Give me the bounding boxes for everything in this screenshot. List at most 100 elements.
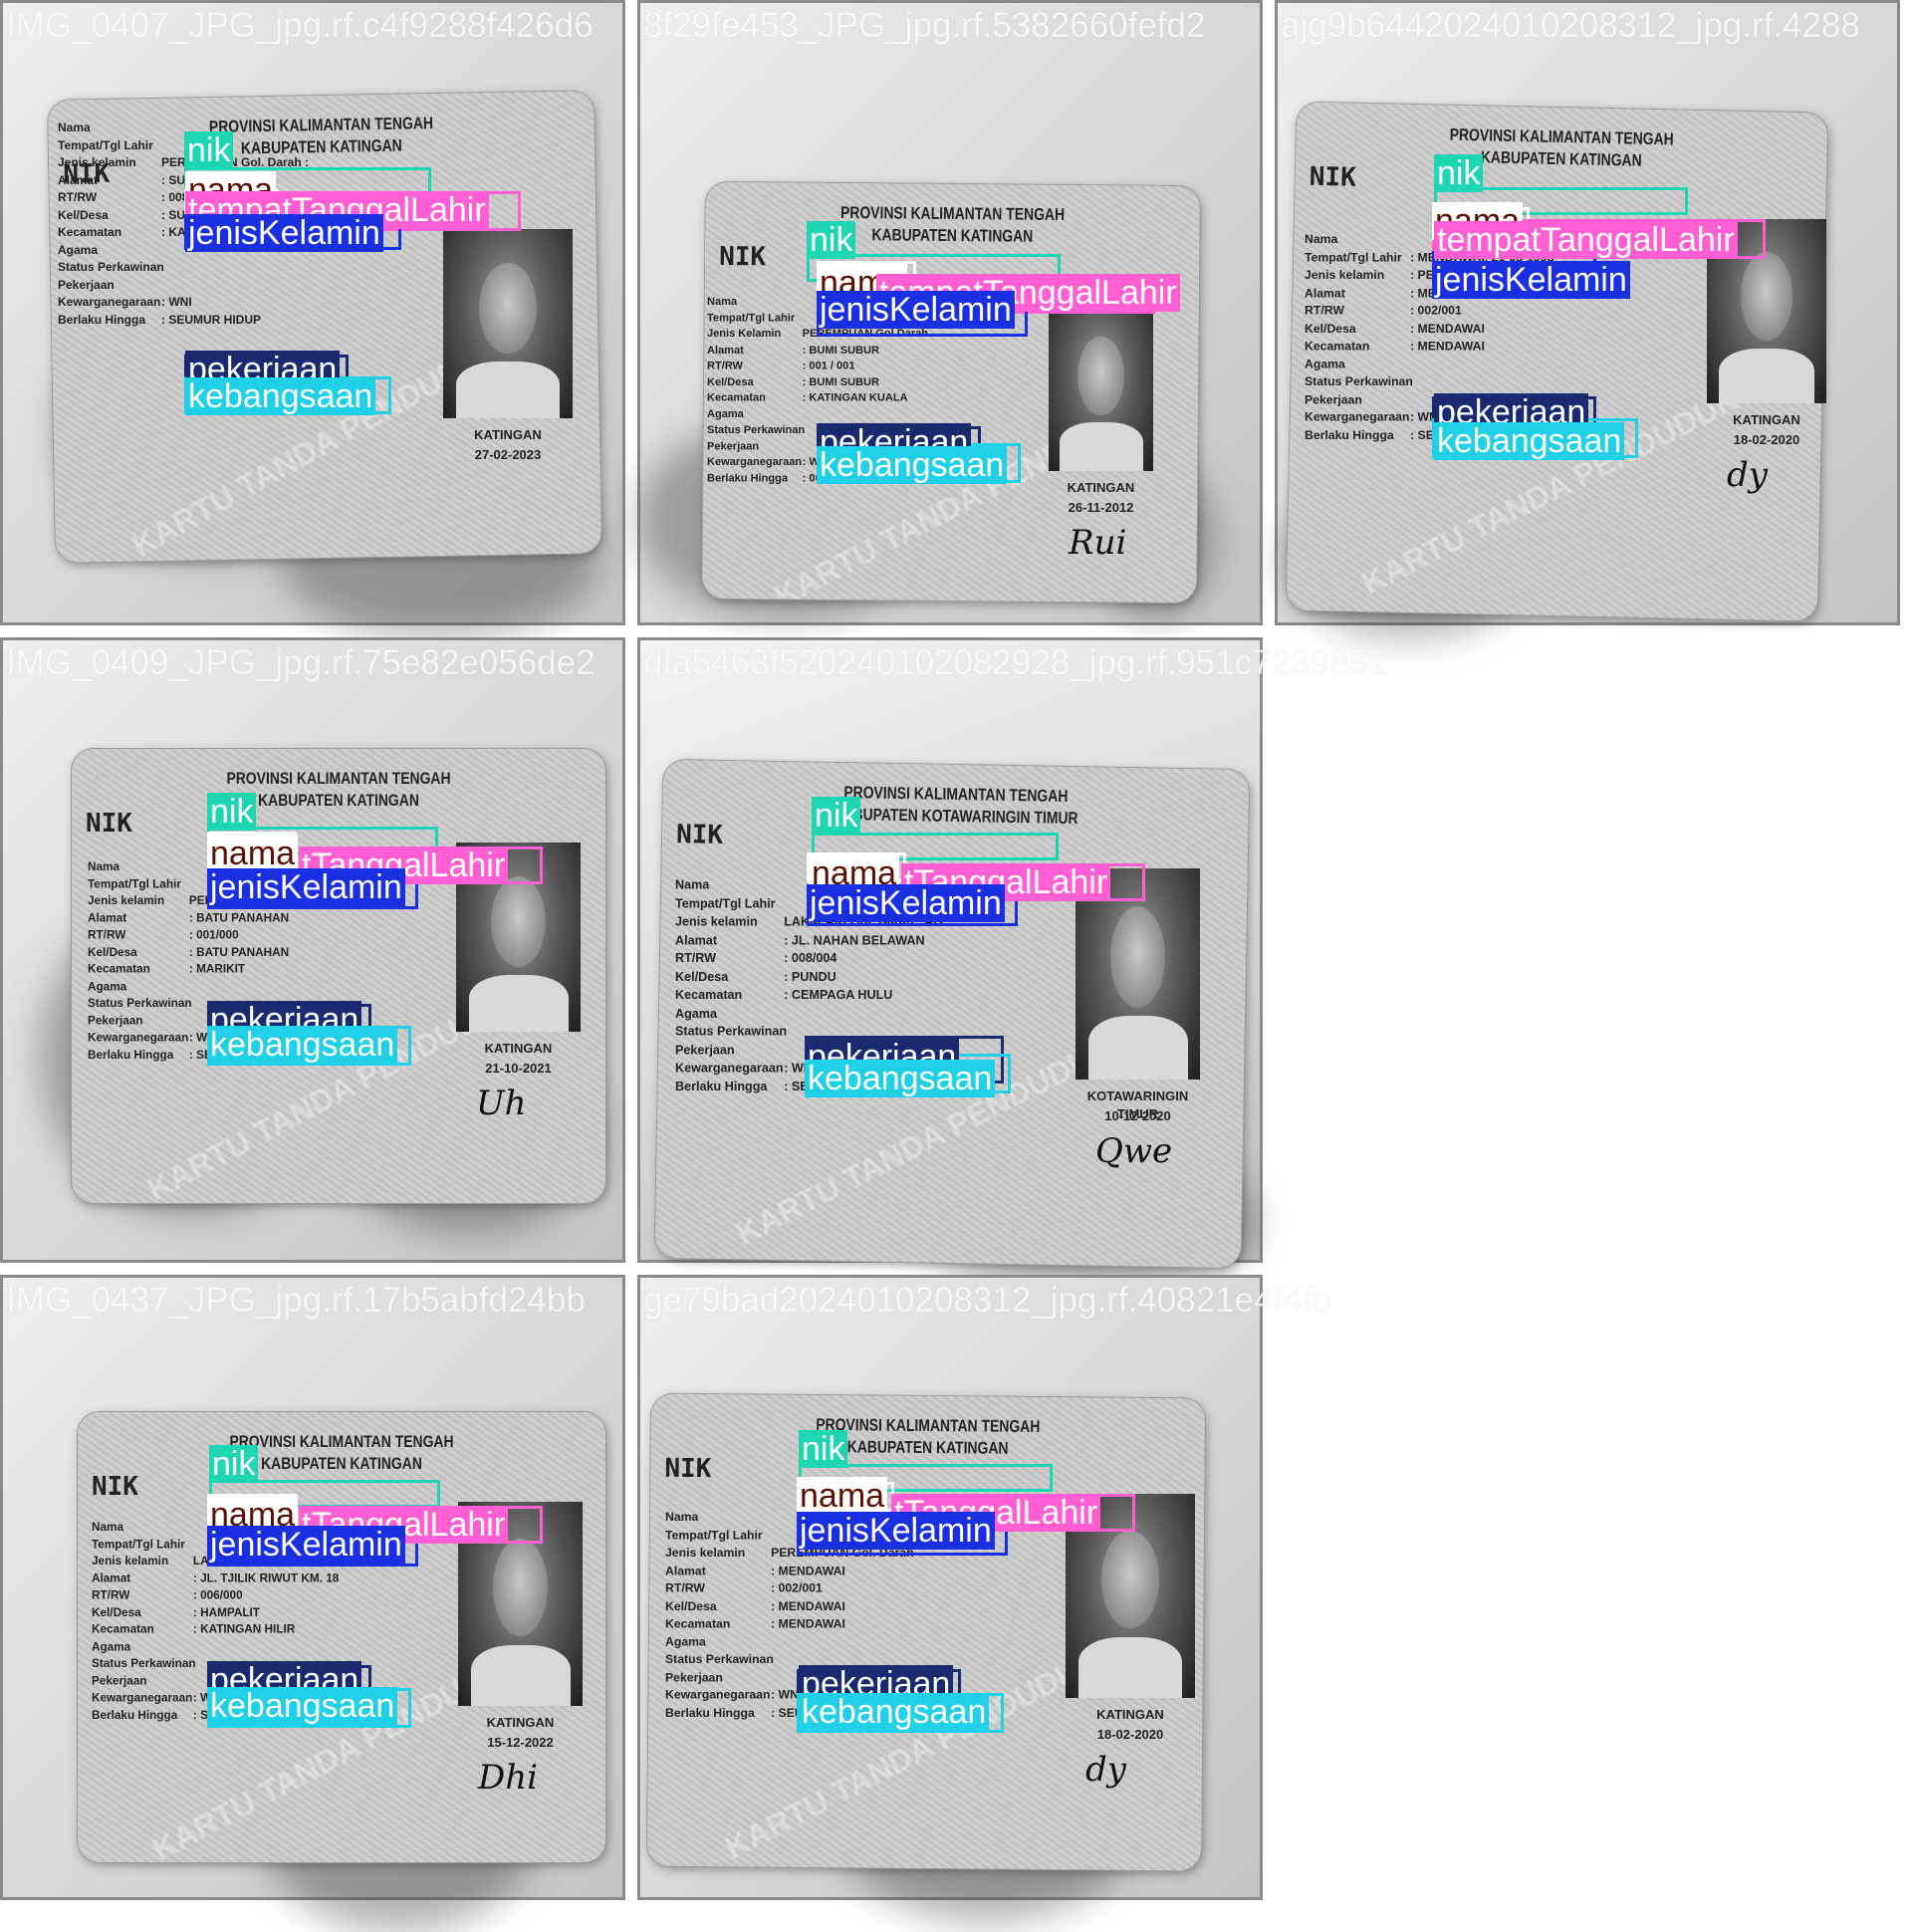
field-row: Kewarganegaraan: WNI (58, 294, 309, 312)
field-value: : MENDAWAI (771, 1598, 845, 1613)
field-label: Berlaku Hingga (707, 471, 788, 484)
nik-label: NIK (664, 1453, 712, 1485)
signature: dy (1727, 455, 1768, 495)
tile-filename: IMG_0407_JPG_jpg.rf.c4f9288f426d6 (6, 6, 594, 45)
field-label: Alamat (707, 343, 744, 357)
bbox-label-jk: jenisKelamin (807, 884, 1005, 922)
field-label: Nama (675, 877, 710, 892)
issue-place: KATINGAN (486, 1715, 555, 1730)
field-label: Status Perkawinan (88, 996, 192, 1010)
field-value: : 001/000 (188, 927, 239, 942)
field-label: Kewarganegaraan (88, 1030, 189, 1045)
portrait-body (1719, 348, 1814, 403)
field-label: Tempat/Tgl Lahir (1305, 249, 1402, 265)
field-label: Kewarganegaraan (92, 1690, 193, 1705)
field-value: : BATU PANAHAN (188, 910, 290, 925)
field-row: Berlaku Hingga: SEUMUR HIDUP (58, 312, 309, 330)
field-value: : JL. TJILIK RIWUT KM. 18 (192, 1570, 340, 1585)
portrait-body (470, 1644, 571, 1706)
field-label: Tempat/Tgl Lahir (665, 1527, 763, 1543)
field-label: Kecamatan (1305, 339, 1370, 354)
field-label: Tempat/Tgl Lahir (707, 311, 796, 324)
field-row: RT/RW : 001/000 (88, 927, 327, 944)
field-row: Agama (92, 1638, 339, 1655)
field-row: Agama (675, 1005, 942, 1023)
field-row: Alamat: BATU PANAHAN (88, 909, 327, 926)
bbox-label-kb: kebangsaan (185, 377, 376, 415)
bbox-label-kb: kebangsaan (207, 1687, 398, 1725)
tile-filename: IMG_0437_JPG_jpg.rf.17b5abfd24bb (6, 1281, 586, 1320)
field-label: Pekerjaan (58, 277, 115, 292)
field-label: RT/RW (675, 950, 717, 966)
bbox-label-jk: jenisKelamin (797, 1512, 995, 1550)
issue-place: KATINGAN (1096, 1707, 1164, 1722)
field-row: Agama (707, 406, 928, 422)
nik-label: NIK (719, 241, 767, 273)
bbox-label-nik: nik (207, 793, 257, 831)
bbox-label-kb: kebangsaan (1434, 422, 1625, 460)
tile-filename: ajg9b6442024010208312_jpg.rf.4288 (1281, 6, 1860, 45)
bbox-label-kb: kebangsaan (799, 1693, 990, 1731)
field-row: Alamat: BUMI SUBUR (707, 342, 928, 358)
portrait-body (1087, 1016, 1188, 1080)
bbox-label-jk: jenisKelamin (185, 214, 383, 252)
bbox-label-kb: kebangsaan (817, 446, 1008, 484)
field-label: Pekerjaan (707, 438, 760, 452)
portrait-face (1077, 336, 1124, 415)
portrait-body (456, 362, 560, 418)
field-label: Jenis Kelamin (707, 327, 782, 340)
portrait-face (479, 263, 537, 355)
issue-place: KATINGAN (1067, 480, 1135, 495)
field-row: Alamat: MENDAWAI (665, 1563, 914, 1580)
field-row: Kecamatan: KATINGAN KUALA (707, 390, 928, 406)
field-label: Kecamatan (88, 961, 150, 976)
field-label: RT/RW (58, 190, 98, 204)
bbox-label-nama: nama (797, 1477, 888, 1515)
tile-filename: IMG_0409_JPG_jpg.rf.75e82e056de2 (6, 643, 596, 682)
field-label: Berlaku Hingga (1305, 427, 1394, 442)
field-value: : KATINGAN KUALA (802, 390, 908, 404)
field-label: Jenis kelamin (675, 913, 758, 929)
card-regency: KABUPATEN KATINGAN (846, 1437, 1009, 1458)
field-label: RT/RW (88, 927, 126, 942)
field-value: : 002/001 (1410, 303, 1462, 318)
nik-label: NIK (92, 1472, 138, 1502)
field-row: Kecamatan : MARIKIT (88, 961, 327, 978)
field-value: : 006/000 (192, 1587, 243, 1602)
field-label: Tempat/Tgl Lahir (58, 137, 153, 152)
bbox-label-nik: nik (209, 1445, 259, 1483)
field-label: Kel/Desa (1305, 321, 1356, 336)
field-label: Status Perkawinan (675, 1024, 788, 1039)
issue-place: KATINGAN (484, 1041, 553, 1056)
field-value: : 001 / 001 (802, 359, 855, 372)
field-label: Tempat/Tgl Lahir (92, 1537, 185, 1551)
field-label: Pekerjaan (88, 1013, 143, 1028)
field-row: Kel/Desa: MENDAWAI (1305, 320, 1560, 338)
field-label: Kel/Desa (88, 944, 137, 959)
field-label: Nama (88, 858, 120, 873)
field-row: Agama (1305, 356, 1560, 373)
signature: Dhi (478, 1758, 539, 1798)
field-value: : 002/001 (771, 1580, 823, 1595)
field-label: Kecamatan (665, 1616, 731, 1631)
portrait-photo (1049, 307, 1153, 471)
field-label: Jenis kelamin (1305, 267, 1385, 282)
field-label: Nama (665, 1510, 699, 1525)
field-label: Berlaku Hingga (58, 312, 146, 327)
field-label: Kewarganegaraan (1305, 409, 1410, 424)
field-row: RT/RW: 002/001 (1305, 302, 1560, 320)
nik-label: NIK (1309, 161, 1357, 193)
bbox-label-jk: jenisKelamin (207, 868, 405, 906)
portrait-face (493, 1538, 548, 1637)
field-label: Kecamatan (92, 1621, 154, 1636)
card-regency: KABUPATEN KATINGAN (261, 1454, 422, 1473)
field-value: : MARIKIT (188, 961, 246, 976)
portrait-body (468, 975, 569, 1032)
field-label: Pekerjaan (92, 1673, 147, 1688)
field-label: Alamat (675, 932, 718, 947)
field-label: Status Perkawinan (58, 260, 164, 274)
field-label: Jenis kelamin (92, 1554, 169, 1568)
signature: Uh (476, 1084, 527, 1123)
bbox-label-jk: jenisKelamin (207, 1526, 405, 1564)
bbox-label-kb: kebangsaan (207, 1026, 398, 1064)
